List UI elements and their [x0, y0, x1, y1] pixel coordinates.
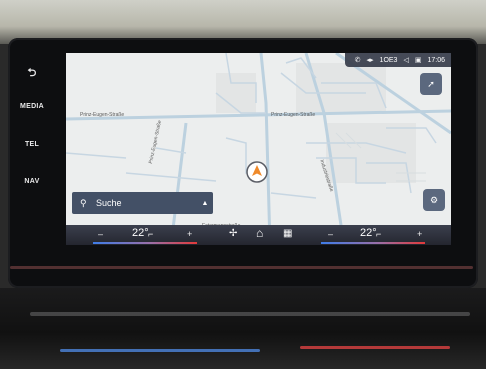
- fan-icon[interactable]: ✢: [229, 228, 237, 239]
- right-temp-bar: [321, 242, 425, 244]
- dashboard-trim: [10, 266, 473, 269]
- ambient-light-blue: [60, 349, 260, 352]
- seat-heat-right-icon[interactable]: ⌐: [376, 229, 381, 239]
- plate-label: 1OE3: [379, 56, 398, 64]
- seat-heat-left-icon[interactable]: ⌐: [148, 229, 153, 239]
- left-temp-down-button[interactable]: –: [98, 229, 103, 239]
- bluetooth-icon: ◂▸: [366, 57, 374, 64]
- map-mode-button[interactable]: ➚: [420, 73, 442, 95]
- chevron-up-icon[interactable]: ▲: [197, 200, 213, 207]
- left-temp-bar: [93, 242, 197, 244]
- street-label: Prinz-Eugen-Straße: [271, 112, 316, 118]
- right-temperature[interactable]: 22°: [360, 227, 377, 239]
- infotainment-screen: Prinz-Eugen-Straße Prinz-Eugen-Straße Pr…: [66, 53, 451, 245]
- screen-icon: ▣: [414, 57, 422, 64]
- nav-button[interactable]: NAV: [14, 178, 50, 185]
- phone-icon: ✆: [354, 57, 361, 64]
- left-temp-up-button[interactable]: +: [187, 229, 192, 239]
- right-temp-up-button[interactable]: +: [417, 229, 422, 239]
- climate-bar: – 22° ⌐ + ✢ ⌂ ▦ – 22° ⌐ +: [66, 225, 451, 245]
- gear-icon: ⚙: [429, 194, 439, 205]
- navigation-map[interactable]: [66, 53, 451, 245]
- right-temp-down-button[interactable]: –: [328, 229, 333, 239]
- return-arrow-icon: ⮌: [27, 67, 37, 79]
- clock: 17:06: [427, 56, 445, 64]
- search-bar[interactable]: ⚲ Suche ▲: [72, 192, 213, 214]
- vehicle-position-arrow: [246, 161, 268, 183]
- status-bar: ✆ ◂▸ 1OE3 ◁ ▣ 17:06: [344, 53, 451, 67]
- compass-icon: ➚: [427, 78, 435, 89]
- street-label: Prinz-Eugen-Straße: [80, 112, 125, 118]
- ambient-light-red: [300, 346, 450, 349]
- search-icon: ⚲: [80, 197, 87, 208]
- apps-grid-icon[interactable]: ▦: [283, 228, 292, 239]
- tel-button[interactable]: TEL: [14, 141, 50, 148]
- map-settings-button[interactable]: ⚙: [423, 189, 445, 211]
- back-button[interactable]: ⮌: [14, 64, 50, 83]
- dashboard-reflection: [30, 312, 470, 316]
- left-temperature[interactable]: 22°: [132, 227, 149, 239]
- search-label: Suche: [96, 198, 122, 208]
- volume-icon: ◁: [403, 57, 409, 64]
- home-icon[interactable]: ⌂: [256, 226, 263, 240]
- dashboard-lower: [0, 288, 486, 369]
- media-button[interactable]: MEDIA: [14, 103, 50, 110]
